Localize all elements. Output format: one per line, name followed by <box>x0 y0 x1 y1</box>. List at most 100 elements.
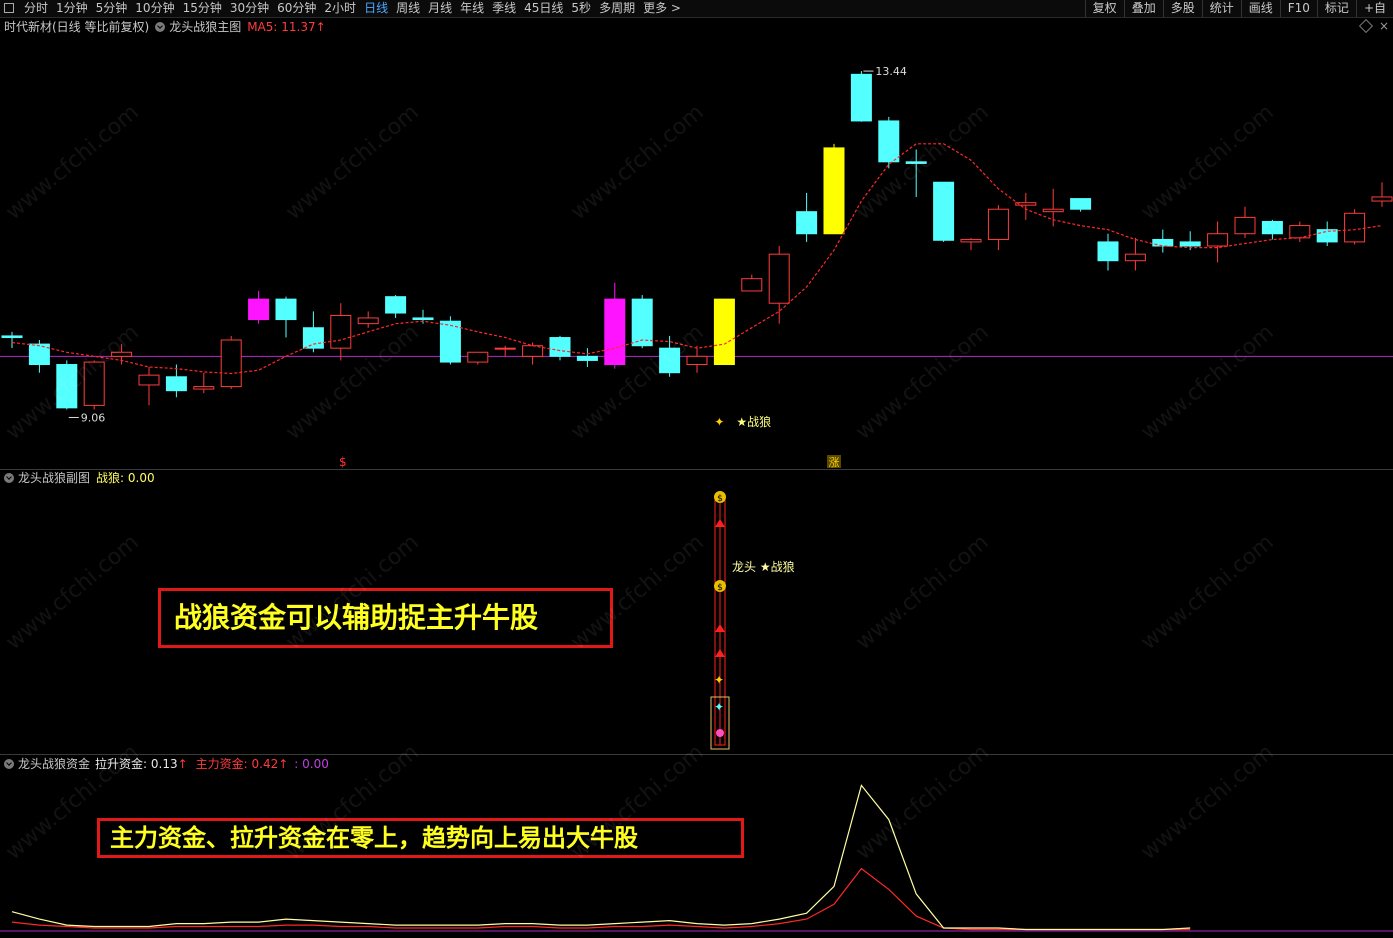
sub-panel-title: 龙头战狼副图 战狼: 0.00 <box>4 471 155 485</box>
candle-body <box>659 347 681 374</box>
candle-body <box>686 355 708 366</box>
period-tab[interactable]: 分时 <box>20 0 52 17</box>
candle-body <box>494 347 516 350</box>
candle-body <box>83 361 105 406</box>
candle-body <box>1261 220 1283 235</box>
period-tab[interactable]: 5分钟 <box>92 0 132 17</box>
main-candlestick-chart: 13.44 9.06 ✦ ★战狼 $ 涨 <box>0 65 1393 468</box>
diamond-icon[interactable] <box>1358 18 1374 34</box>
period-tab[interactable]: 1分钟 <box>52 0 92 17</box>
tool-buttons: 复权 叠加 多股 统计 画线 F10 标记 +自 <box>1084 0 1393 17</box>
panel-divider <box>0 469 1393 470</box>
candle-body <box>302 327 324 349</box>
sub-annotation-box: 战狼资金可以辅助捉主升牛股 <box>158 588 613 648</box>
money-bag-symbol: $ <box>717 494 723 504</box>
tool-button[interactable]: F10 <box>1279 0 1317 17</box>
up-arrow-icon <box>715 519 725 527</box>
candle-body <box>1371 196 1393 202</box>
period-tabs: 分时 1分钟 5分钟 10分钟 15分钟 30分钟 60分钟 2小时 日线 周线 月线 年线 季线 45日… <box>0 0 685 17</box>
candle-body <box>1234 216 1256 235</box>
candle-body <box>56 364 78 409</box>
candle-body <box>768 253 790 304</box>
stock-label: 时代新材(日线 等比前复权) <box>4 20 150 34</box>
tool-button[interactable]: 叠加 <box>1123 0 1163 17</box>
candle-body <box>1289 225 1311 239</box>
flower-icon <box>716 729 724 737</box>
candle-body <box>248 298 270 321</box>
period-tab[interactable]: 年线 <box>456 0 488 17</box>
candle-body <box>631 298 653 347</box>
period-tab[interactable]: 季线 <box>488 0 520 17</box>
candle-body <box>1207 233 1229 247</box>
indicator-menu-icon[interactable] <box>155 22 166 32</box>
tool-button[interactable]: 多股 <box>1162 0 1202 17</box>
candle-body <box>220 339 242 388</box>
money-bag-symbol: $ <box>717 583 723 593</box>
lashen-arrow-icon: ↑ <box>177 757 188 771</box>
period-tab[interactable]: 45日线 <box>520 0 567 17</box>
period-tab[interactable]: 月线 <box>424 0 456 17</box>
period-tab[interactable]: 10分钟 <box>131 0 178 17</box>
tool-button[interactable]: 画线 <box>1240 0 1280 17</box>
ma5-label: MA5: 11.37 <box>247 20 316 34</box>
period-tab[interactable]: 周线 <box>392 0 424 17</box>
candle-body <box>1 335 23 339</box>
period-tab[interactable]: 30分钟 <box>226 0 273 17</box>
butterfly-icon: ✦ <box>714 415 724 429</box>
candle-body <box>823 147 845 235</box>
candle-body <box>604 298 626 366</box>
period-tab[interactable]: 60分钟 <box>273 0 320 17</box>
fund-indicator-menu-icon[interactable] <box>4 759 14 769</box>
sub-indicator-menu-icon[interactable] <box>4 473 14 483</box>
candle-body <box>357 317 379 325</box>
fund-indicator-name[interactable]: 龙头战狼资金 <box>18 757 90 771</box>
candle-body <box>28 343 50 366</box>
butterfly-blue-icon: ✦ <box>714 700 724 714</box>
candle-body <box>741 278 763 292</box>
candle-body <box>905 161 927 164</box>
period-tab[interactable]: 多周期 <box>595 0 639 17</box>
tool-button[interactable]: 标记 <box>1316 0 1356 17</box>
candle-body <box>850 73 872 122</box>
up-arrow-icon <box>715 649 725 657</box>
period-toolbar: 分时 1分钟 5分钟 10分钟 15分钟 30分钟 60分钟 2小时 日线 周线 月线 年线 季线 45日… <box>0 0 1393 18</box>
fund-annotation-box: 主力资金、拉升资金在零上，趋势向上易出大牛股 <box>97 818 744 858</box>
zhuli-arrow-icon: ↑ <box>278 757 289 771</box>
tool-button[interactable]: 统计 <box>1201 0 1241 17</box>
candle-body <box>1124 253 1146 262</box>
candle-body <box>1042 208 1064 213</box>
signal-label: ★战狼 <box>736 414 771 429</box>
candle-body <box>576 355 598 361</box>
candle-body <box>1070 198 1092 210</box>
tool-button[interactable]: 复权 <box>1084 0 1124 17</box>
center-signal-label: 龙头 ★战狼 <box>732 559 795 574</box>
window-icon[interactable] <box>4 3 14 13</box>
candle-body <box>467 351 489 363</box>
period-tab[interactable]: 2小时 <box>320 0 360 17</box>
sub-indicator-name[interactable]: 龙头战狼副图 <box>18 471 90 485</box>
tool-button[interactable]: +自 <box>1355 0 1393 17</box>
main-indicator-name[interactable]: 龙头战狼主图 <box>169 20 241 34</box>
candle-body <box>193 386 215 390</box>
period-tab[interactable]: 15分钟 <box>179 0 226 17</box>
period-tab[interactable]: 更多 > <box>639 0 685 17</box>
candle-body <box>111 351 133 357</box>
zhuli-fund-line <box>11 867 1191 931</box>
dollar-marker: $ <box>339 455 347 468</box>
candle-body <box>275 298 297 321</box>
up-arrow-icon <box>715 624 725 632</box>
candle-body <box>1152 238 1174 247</box>
period-tab[interactable]: 日线 <box>360 0 392 17</box>
candle-body <box>987 208 1009 240</box>
low-price-label: 9.06 <box>81 411 106 424</box>
zhanlang-value: 战狼: 0.00 <box>96 471 155 485</box>
fund-panel-title: 龙头战狼资金 拉升资金: 0.13 ↑ 主力资金: 0.42 ↑ : 0.00 <box>4 757 329 771</box>
ma5-line <box>11 143 1383 375</box>
zhuli-label: 主力资金: 0.42 <box>195 757 279 771</box>
panel-divider <box>0 754 1393 755</box>
third-value-label: : 0.00 <box>294 757 329 771</box>
close-icon[interactable]: × <box>1379 19 1389 33</box>
period-tab[interactable]: 5秒 <box>567 0 595 17</box>
candle-body <box>878 120 900 163</box>
zhang-marker: 涨 <box>829 456 840 468</box>
